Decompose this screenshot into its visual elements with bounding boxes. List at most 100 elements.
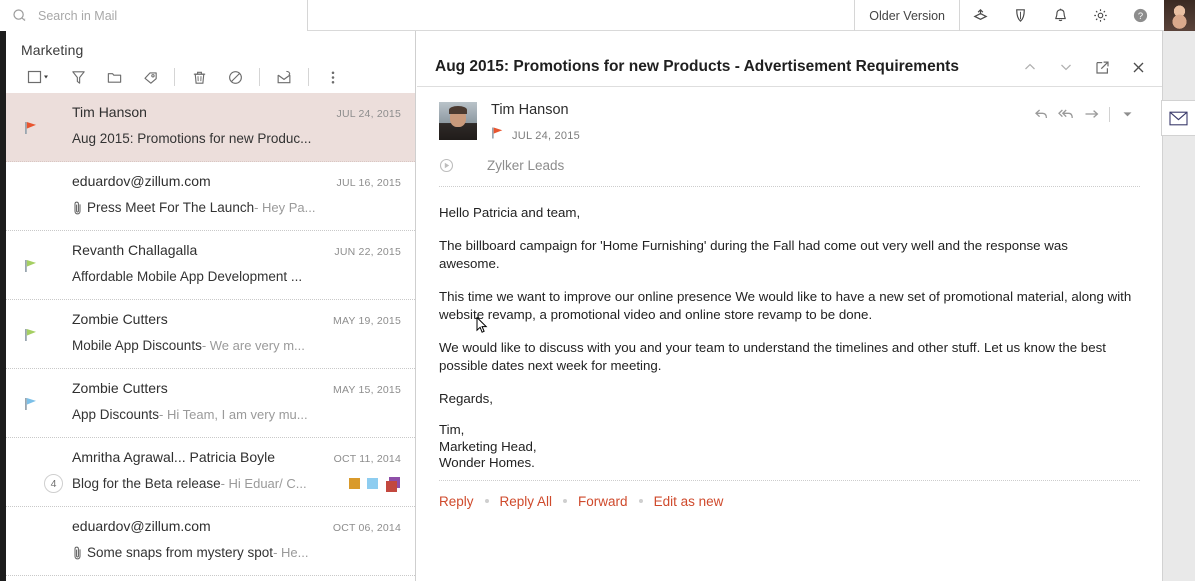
flag-icon[interactable]	[24, 259, 42, 275]
older-version-button[interactable]: Older Version	[854, 0, 960, 31]
message-folder-name: Zylker Leads	[487, 158, 565, 173]
mail-list-item[interactable]: eduardov@zillum.com JUL 16, 2015 Press Mee…	[6, 162, 415, 231]
mail-sender: eduardov@zillum.com	[72, 518, 211, 534]
mail-row-top: Zombie Cutters MAY 19, 2015	[6, 311, 401, 327]
mail-snippet: - Hi Eduar/ C...	[220, 476, 307, 491]
mail-row-top: eduardov@zillum.com OCT 06, 2014	[6, 518, 401, 534]
top-bar-spacer	[308, 0, 854, 30]
body-paragraph: We would like to discuss with you and yo…	[439, 339, 1106, 374]
top-bar: Older Version	[0, 0, 1195, 31]
mail-date: OCT 06, 2014	[332, 522, 401, 534]
mail-row-top: Tim Hanson JUL 24, 2015	[6, 104, 401, 120]
tag-color-dots[interactable]	[339, 476, 401, 492]
attachment-icon	[72, 201, 83, 215]
close-icon[interactable]	[1120, 50, 1156, 84]
feather-icon[interactable]	[1000, 0, 1040, 31]
open-in-new-window-icon[interactable]	[1084, 50, 1120, 84]
mail-subject: App Discounts	[72, 407, 160, 422]
svg-text:?: ?	[1137, 11, 1142, 22]
mail-date: MAY 19, 2015	[333, 315, 401, 327]
reply-icon[interactable]	[1029, 103, 1054, 125]
forward-icon[interactable]	[1079, 103, 1104, 125]
more-options-icon[interactable]	[315, 63, 351, 91]
action-link-reply-all[interactable]: Reply All	[500, 494, 553, 509]
mail-date: JUL 24, 2015	[336, 108, 401, 120]
mail-subject-wrap: App Discounts - Hi Team, I am very mu...	[72, 407, 401, 422]
mail-row-top: Revanth Challagalla JUN 22, 2015	[6, 242, 401, 258]
mail-list[interactable]: Tim Hanson JUL 24, 2015 Aug 2015: Promotio…	[6, 93, 415, 581]
mail-subject-wrap: Press Meet For The Launch - Hey Pa...	[72, 200, 401, 215]
avatar-hair	[449, 106, 467, 114]
list-toolbar	[6, 58, 415, 92]
mail-snippet: - Hey Pa...	[254, 200, 316, 215]
mail-row-bottom: Blog for the Beta release - Hi Eduar/ C.…	[6, 476, 401, 492]
toolbar-divider	[174, 68, 175, 86]
mail-sender: Zombie Cutters	[72, 311, 168, 327]
action-separator-dot	[638, 499, 643, 503]
message-flag-icon[interactable]	[491, 126, 504, 145]
flag-icon[interactable]	[24, 397, 42, 413]
flag-icon[interactable]	[24, 328, 42, 344]
mail-subject-wrap: Aug 2015: Promotions for new Produc...	[72, 131, 401, 146]
mail-row-bottom: Press Meet For The Launch - Hey Pa...	[6, 200, 401, 215]
prev-message-icon[interactable]	[1012, 50, 1048, 84]
older-version-label: Older Version	[869, 8, 945, 23]
mail-subject: Affordable Mobile App Development ...	[72, 269, 303, 284]
tag-dot-stack	[385, 476, 401, 492]
action-link-edit-as-new[interactable]: Edit as new	[654, 494, 724, 509]
mail-row-top: Amritha Agrawal... Patricia Boyle OCT 11,…	[6, 449, 401, 465]
search-input[interactable]	[34, 8, 307, 23]
body-paragraph: The billboard campaign for 'Home Furnish…	[439, 237, 1068, 272]
bell-icon[interactable]	[1040, 0, 1080, 31]
mail-list-item[interactable]: Zombie Cutters MAY 19, 2015 Mobile App Dis…	[6, 300, 415, 369]
reply-all-icon[interactable]	[1054, 103, 1079, 125]
user-avatar[interactable]	[1164, 0, 1195, 31]
mail-sender: Amritha Agrawal... Patricia Boyle	[72, 449, 276, 465]
mail-sender: Zombie Cutters	[72, 380, 168, 396]
filter-icon[interactable]	[60, 63, 96, 91]
search-icon	[12, 7, 34, 25]
flag-icon[interactable]	[24, 121, 42, 137]
sender-avatar	[439, 102, 477, 140]
mail-subject-wrap: Affordable Mobile App Development ...	[72, 269, 401, 284]
mail-application: Older Version	[0, 0, 1195, 581]
mail-list-item[interactable]: Tim Hanson JUL 24, 2015 Aug 2015: Promotio…	[6, 93, 415, 162]
trash-icon[interactable]	[181, 63, 217, 91]
message-sender-block: Tim Hanson JUL 24, 2015	[417, 87, 1162, 145]
mail-sender: Tim Hanson	[72, 104, 147, 120]
more-actions-caret[interactable]	[1115, 103, 1140, 125]
mail-list-item[interactable]: Zombie Cutters MAY 15, 2015 App Discounts …	[6, 369, 415, 438]
signature-line: Marketing Head,	[439, 438, 537, 454]
mail-snippet: - We are very m...	[201, 338, 305, 353]
select-all-checkbox[interactable]	[20, 63, 60, 91]
archive-icon[interactable]	[266, 63, 302, 91]
action-link-forward[interactable]: Forward	[578, 494, 628, 509]
gear-icon[interactable]	[1080, 0, 1120, 31]
mail-sender: eduardov@zillum.com	[72, 173, 211, 189]
block-icon[interactable]	[217, 63, 253, 91]
mail-envelope-icon[interactable]	[1161, 100, 1195, 136]
mail-list-item[interactable]: eduardov@zillum.com OCT 06, 2014 Some snap…	[6, 507, 415, 576]
mail-row-bottom: Some snaps from mystery spot - He...	[6, 545, 401, 560]
message-date: JUL 24, 2015	[512, 129, 581, 142]
folder-icon[interactable]	[96, 63, 132, 91]
search-bar[interactable]	[0, 0, 308, 31]
mail-date: JUN 22, 2015	[334, 246, 401, 258]
message-date-row: JUL 24, 2015	[491, 126, 1150, 145]
mail-subject-wrap: Blog for the Beta release - Hi Eduar/ C.…	[72, 476, 339, 491]
top-bar-icon-group: ?	[960, 0, 1195, 31]
mail-subject: Some snaps from mystery spot	[87, 545, 274, 560]
mail-list-item[interactable]: 4 Amritha Agrawal... Patricia Boyle OCT 11…	[6, 438, 415, 507]
mail-snippet: - He...	[273, 545, 309, 560]
body-paragraph: This time we want to improve our online …	[439, 288, 1132, 323]
action-link-reply[interactable]: Reply	[439, 494, 474, 509]
help-icon[interactable]: ?	[1120, 0, 1160, 31]
mail-snippet: - Hi Team, I am very mu...	[159, 407, 308, 422]
tag-icon[interactable]	[132, 63, 168, 91]
signature-line: Wonder Homes.	[439, 455, 535, 470]
tag-dot	[349, 478, 360, 489]
body-paragraph: Regards,	[439, 390, 493, 406]
next-message-icon[interactable]	[1048, 50, 1084, 84]
mail-list-item[interactable]: Revanth Challagalla JUN 22, 2015 Affordabl…	[6, 231, 415, 300]
layers-icon[interactable]	[960, 0, 1000, 31]
